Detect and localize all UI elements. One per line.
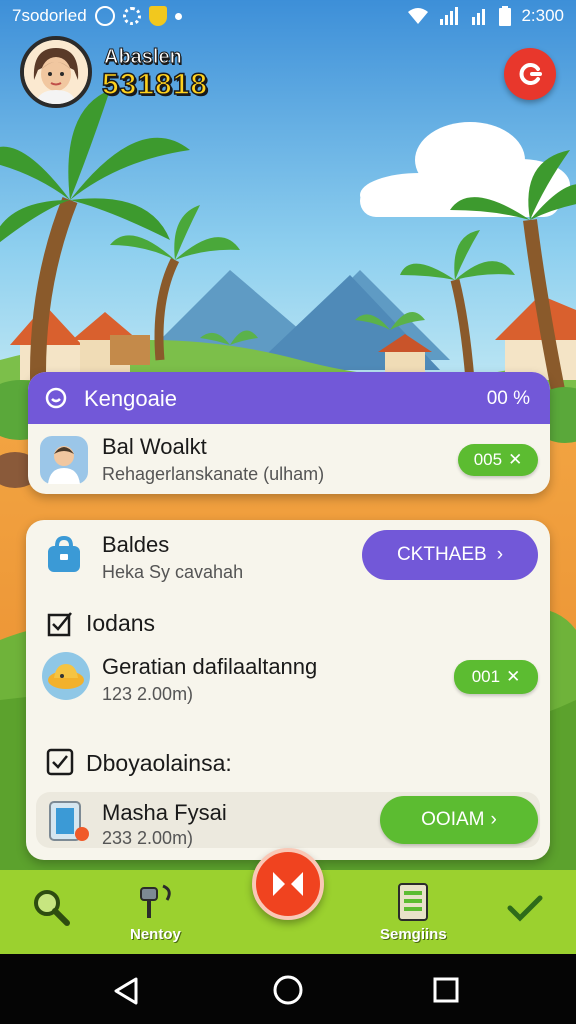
close-icon: ✕ (506, 667, 521, 686)
section2-item-title: Masha Fysai (102, 800, 227, 825)
checklist-icon (47, 612, 72, 637)
tools-icon (140, 884, 172, 918)
nav-tools[interactable]: Nentoy (130, 880, 181, 943)
section2-item-button-label: OOIAM (421, 809, 485, 830)
section1-title: Iodans (86, 610, 156, 636)
status-time: 2:300 (521, 6, 564, 25)
main-card: Kengoaie 00 % Bal Woalkt Rehagerlanskana… (28, 372, 550, 494)
character-icon (40, 436, 88, 484)
nav-docs[interactable]: Semgiins (380, 880, 447, 943)
chevron-right-icon: › (490, 809, 497, 830)
whatsapp-icon (94, 6, 115, 26)
item-action-button[interactable]: 005 ✕ (458, 444, 538, 476)
shield-icon (148, 6, 167, 26)
settings-icon (122, 7, 141, 25)
hat-icon (42, 652, 90, 700)
top-action-label: CKTHAEB (396, 544, 487, 565)
tasks-card: Baldes Heka Sy cavahah CKTHAEB › Iodans … (26, 520, 550, 860)
checkbox-icon (46, 748, 74, 776)
recents-icon[interactable] (432, 976, 460, 1004)
document-icon (398, 883, 429, 921)
item-title: Bal Woalkt (102, 434, 207, 459)
nav-tools-label: Nentoy (130, 926, 181, 943)
center-action-button[interactable] (252, 848, 324, 920)
main-card-title: Kengoaie (84, 386, 177, 411)
status-bar: 7sodorled 2:300 (0, 0, 576, 34)
book-icon (44, 796, 92, 844)
top-subtitle: Heka Sy cavahah (102, 562, 244, 582)
status-left-text: 7sodorled (12, 6, 87, 25)
bag-icon (44, 534, 84, 574)
check-icon (507, 895, 543, 922)
back-icon[interactable] (112, 976, 142, 1006)
main-card-header: Kengoaie 00 % (28, 372, 550, 424)
battery-icon (499, 6, 512, 26)
item-subtitle: Rehagerlanskanate (ulham) (102, 464, 325, 484)
search-icon (34, 890, 70, 926)
item-action-label: 005 (473, 450, 503, 469)
profile-score: 531818 (101, 67, 209, 102)
nav-search[interactable] (30, 886, 72, 930)
top-action-button[interactable]: CKTHAEB › (362, 530, 538, 580)
avatar[interactable] (20, 36, 92, 108)
list-item[interactable]: Bal Woalkt Rehagerlanskanate (ulham) 005… (28, 424, 550, 494)
section2-item-subtitle: 233 2.00m) (102, 828, 194, 848)
chevron-right-icon: › (496, 544, 504, 565)
close-icon: ✕ (508, 450, 523, 469)
logo-icon (273, 872, 303, 896)
refresh-icon (519, 63, 542, 85)
signal-icon-2 (472, 9, 486, 25)
home-icon[interactable] (272, 974, 304, 1006)
section1-item-subtitle: 123 2.00m) (102, 684, 194, 704)
section1-item-button[interactable]: 001 ✕ (454, 660, 538, 694)
smile-icon (45, 387, 67, 409)
section1-item-button-label: 001 (471, 667, 501, 686)
nav-docs-label: Semgiins (380, 926, 447, 943)
signal-icon (440, 7, 459, 25)
section2-title: Dboyaolainsa: (86, 750, 232, 776)
section2-item-button[interactable]: OOIAM › (380, 796, 538, 844)
profile-name: Abaslen (104, 46, 183, 69)
notification-dot-icon (174, 12, 182, 20)
top-title: Baldes (102, 532, 170, 557)
wifi-icon (408, 8, 429, 24)
system-nav-bar (0, 954, 576, 1024)
section1-item-title: Geratian dafilaaltanng (102, 654, 318, 679)
main-card-percent: 00 % (486, 388, 530, 409)
refresh-button[interactable] (504, 48, 556, 100)
nav-check[interactable] (506, 892, 544, 926)
